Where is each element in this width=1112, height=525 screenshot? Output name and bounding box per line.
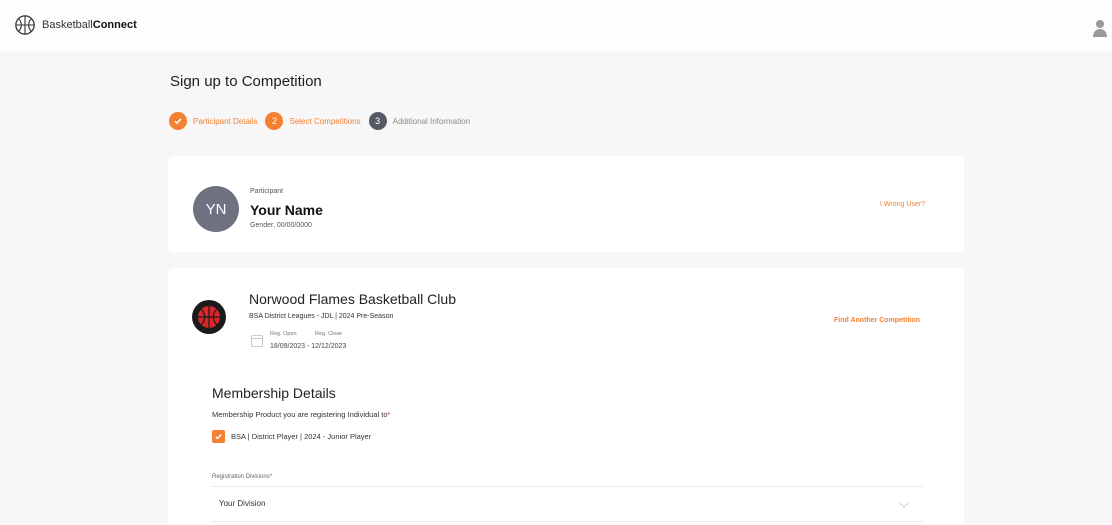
calendar-icon [251,335,263,347]
participant-meta: Gender, 00/00/0000 [250,222,312,229]
basketball-icon [15,15,35,35]
brand-logo[interactable]: BasketballConnect [14,14,137,36]
club-logo-icon [192,300,226,334]
find-another-competition-link[interactable]: Find Another Competition [834,317,920,324]
chevron-down-icon [899,502,909,508]
registration-divisions-label: Registration Divisions* [212,474,273,480]
step-label: Participant Details [193,116,258,126]
required-mark: * [387,410,391,419]
top-bar: BasketballConnect [0,0,1112,52]
participant-name: Your Name [250,202,323,218]
stepper: Participant Details 2 Select Competition… [169,112,470,130]
wrong-user-link[interactable]: I Wrong User? [880,201,925,208]
membership-title: Membership Details [212,385,336,401]
reg-open-label: Reg. Open [270,331,297,337]
participant-avatar: YN [193,186,239,232]
membership-product-checkbox[interactable] [212,430,225,443]
membership-question: Membership Product you are registering I… [212,410,391,419]
step-label: Select Competitions [289,116,361,126]
step-additional-information[interactable]: 3 Additional Information [368,112,471,130]
step-select-competitions[interactable]: 2 Select Competitions [265,112,361,130]
check-icon [215,434,222,440]
participant-caption: Participant [250,188,284,195]
club-name: Norwood Flames Basketball Club [249,291,456,307]
step-participant-details[interactable]: Participant Details [169,112,257,130]
check-icon [169,112,187,130]
brand-name: BasketballConnect [42,19,137,31]
step-number: 3 [368,112,387,130]
competition-card: Norwood Flames Basketball Club BSA Distr… [168,268,964,525]
competition-subtitle: BSA District Leagues - JDL | 2024 Pre-Se… [249,313,394,320]
step-number: 2 [265,112,284,130]
user-avatar-icon[interactable] [1093,19,1107,37]
participant-card: YN Participant Your Name Gender, 00/00/0… [168,156,964,252]
reg-close-label: Reg. Close [315,331,343,337]
division-select[interactable]: Your Division [211,486,923,522]
registration-dates: 18/09/2023 - 12/12/2023 [270,343,347,350]
membership-product-label: BSA | District Player | 2024 - Junior Pl… [231,432,372,441]
step-label: Additional Information [392,116,471,126]
page-title: Sign up to Competition [170,73,322,90]
division-value: Your Division [219,499,266,508]
